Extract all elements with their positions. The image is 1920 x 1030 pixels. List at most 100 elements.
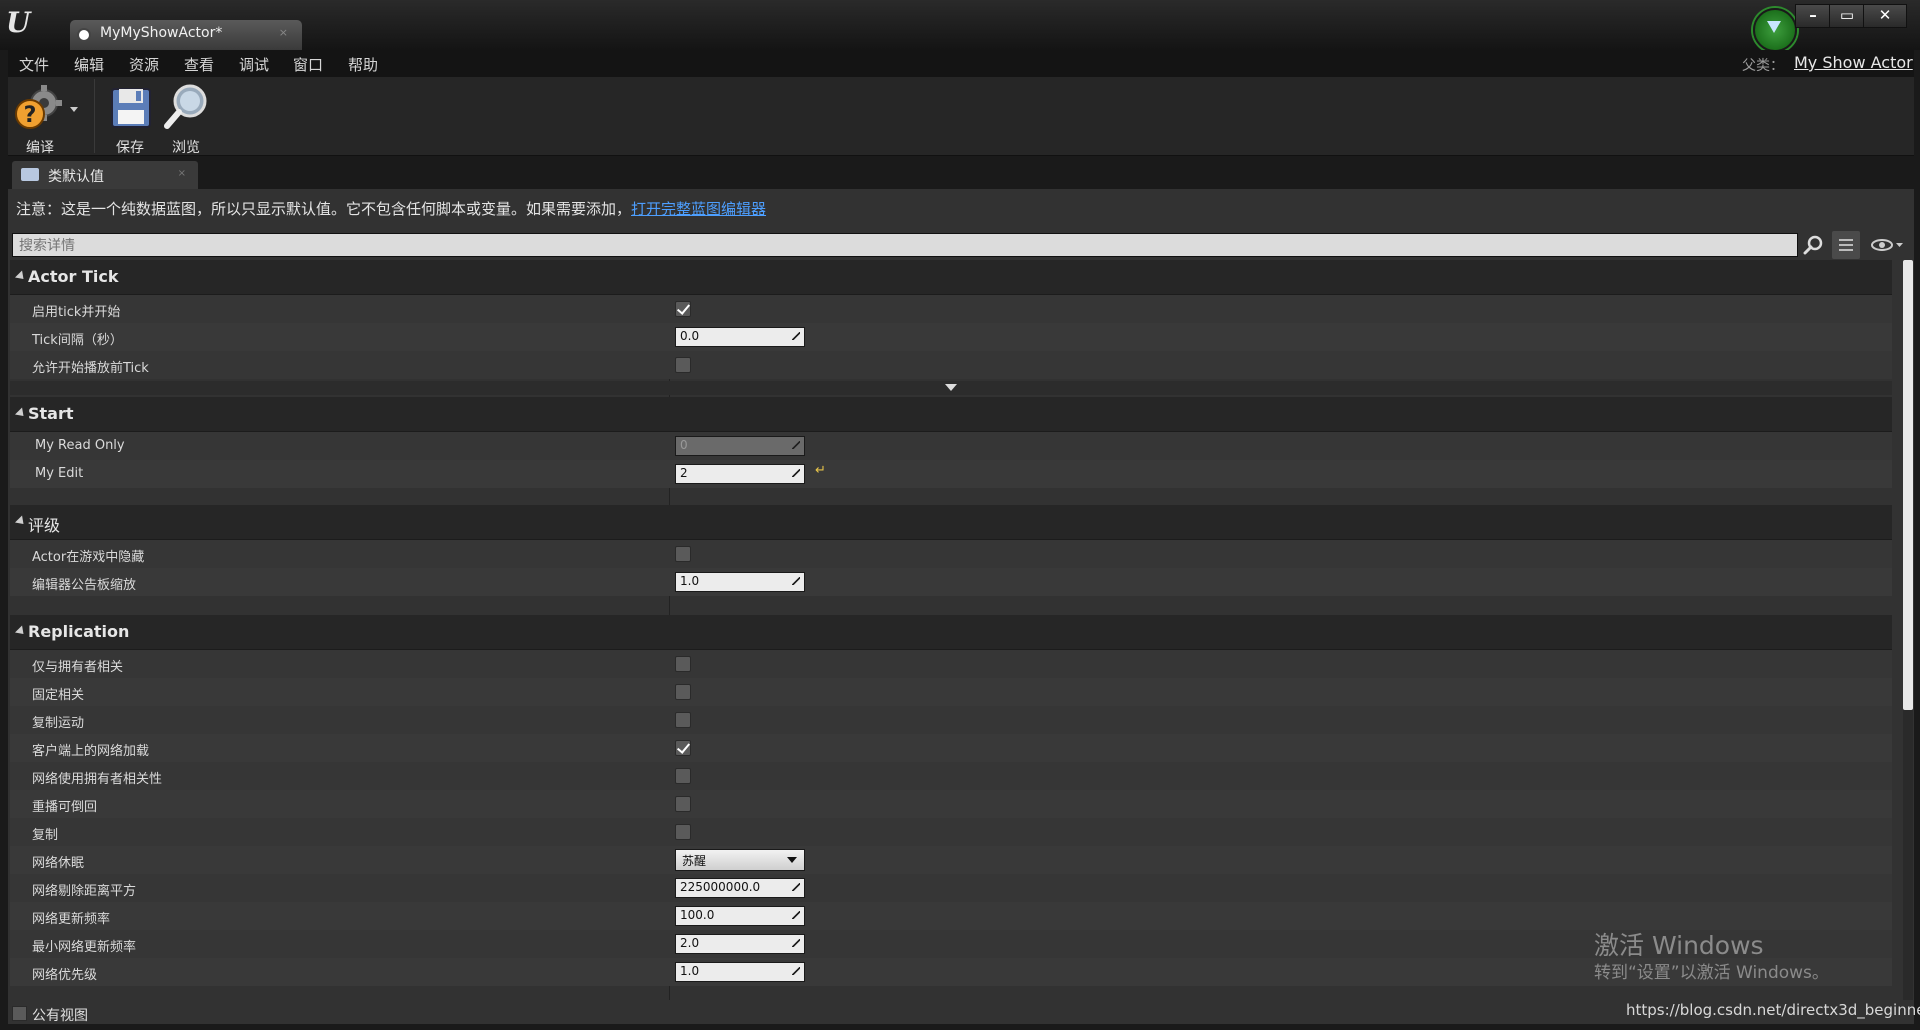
only-relevant-to-owner-checkbox[interactable] (675, 656, 691, 672)
save-button[interactable]: 保存 (106, 81, 154, 157)
property-label: 客户端上的网络加载 (32, 744, 150, 759)
public-view-checkbox[interactable] (12, 1006, 27, 1021)
save-label: 保存 (116, 140, 144, 156)
net-load-on-client-checkbox[interactable] (675, 740, 691, 756)
property-label: Actor在游戏中隐藏 (32, 550, 145, 565)
net-cull-distance-squared-field[interactable]: 225000000.0 (675, 878, 805, 898)
compile-options-chevron-down-icon[interactable] (70, 107, 78, 112)
menu-help[interactable]: 帮助 (348, 54, 378, 75)
property-label: 最小网络更新频率 (32, 940, 137, 955)
toolbar-separator (94, 79, 95, 153)
property-row: 网络使用拥有者相关性 (10, 762, 1892, 790)
unreal-engine-logo-icon[interactable]: U (6, 6, 38, 39)
blueprint-asset-icon (77, 28, 91, 42)
category-title: Actor Tick (28, 267, 119, 286)
property-label: 网络剔除距离平方 (32, 884, 137, 899)
property-label: 编辑器公告板缩放 (32, 578, 137, 593)
details-panel: 注意：这是一个纯数据蓝图，所以只显示默认值。它不包含任何脚本或变量。如果需要添加… (8, 189, 1914, 1024)
maximize-button[interactable]: ▭ (1829, 4, 1865, 28)
class-defaults-icon (21, 168, 39, 181)
property-label: 复制 (32, 828, 59, 843)
category-title: Start (28, 404, 74, 423)
search-details-input[interactable] (12, 233, 1798, 257)
eye-icon[interactable] (1870, 237, 1904, 253)
property-row: 网络休眠 苏醒 (10, 846, 1892, 874)
scrollbar-thumb[interactable] (1903, 260, 1913, 710)
property-row: 复制 (10, 818, 1892, 846)
category-title: Replication (28, 622, 130, 641)
property-row: 固定相关 (10, 678, 1892, 706)
vertical-scrollbar[interactable] (1903, 260, 1913, 1000)
property-row: 重播可倒回 (10, 790, 1892, 818)
actor-hidden-in-game-checkbox[interactable] (675, 546, 691, 562)
document-tab[interactable]: MyMyShowActor* × (70, 20, 302, 50)
net-update-frequency-field[interactable]: 100.0 (675, 906, 805, 926)
menu-file[interactable]: 文件 (19, 54, 49, 75)
category-actor-tick[interactable]: Actor Tick (10, 260, 1892, 295)
menu-view[interactable]: 查看 (184, 54, 214, 75)
search-icon[interactable] (1801, 234, 1825, 256)
open-full-blueprint-editor-link[interactable]: 打开完整蓝图编辑器 (631, 200, 766, 218)
menu-window[interactable]: 窗口 (293, 54, 323, 75)
property-row: 复制运动 (10, 706, 1892, 734)
expand-advanced-chevron-down-icon[interactable] (945, 384, 957, 391)
replicate-movement-checkbox[interactable] (675, 712, 691, 728)
advanced-properties-toggle[interactable] (10, 381, 1892, 395)
collapse-arrow-icon[interactable] (14, 625, 28, 638)
category-title: 评级 (28, 516, 61, 535)
public-view-label: 公有视图 (32, 1008, 88, 1024)
property-row: 仅与拥有者相关 (10, 650, 1892, 678)
close-window-button[interactable]: ✕ (1863, 4, 1907, 28)
editor-billboard-scale-field[interactable]: 1.0 (675, 572, 805, 592)
collapse-arrow-icon[interactable] (14, 515, 28, 528)
my-edit-field[interactable]: 2 (675, 464, 805, 484)
property-label: 启用tick并开始 (32, 305, 121, 320)
list-view-icon[interactable] (1832, 231, 1860, 259)
property-row: Tick间隔（秒） 0.0 (10, 323, 1892, 351)
net-priority-field[interactable]: 1.0 (675, 962, 805, 982)
net-use-owner-relevancy-checkbox[interactable] (675, 768, 691, 784)
activate-windows-watermark-title: 激活 Windows (1594, 931, 1764, 960)
class-defaults-tab-close-button[interactable]: × (178, 168, 186, 179)
parent-class-label: 父类： (1742, 58, 1784, 74)
svg-text:?: ? (24, 103, 37, 128)
menu-debug[interactable]: 调试 (239, 54, 269, 75)
property-label: Tick间隔（秒） (32, 333, 123, 348)
title-bar: U MyMyShowActor* × – ▭ ✕ (0, 0, 1920, 52)
property-label: 固定相关 (32, 688, 85, 703)
property-label: 网络使用拥有者相关性 (32, 772, 163, 787)
parent-class-link[interactable]: My Show Actor (1794, 53, 1913, 72)
category-start[interactable]: Start (10, 397, 1892, 432)
minimize-button[interactable]: – (1795, 4, 1831, 28)
always-relevant-checkbox[interactable] (675, 684, 691, 700)
menu-bar: 文件 编辑 资源 查看 调试 窗口 帮助 父类： My Show Actor (8, 50, 1914, 77)
replay-rewindable-checkbox[interactable] (675, 796, 691, 812)
property-row: My Edit 2 ↵ (10, 460, 1892, 488)
menu-edit[interactable]: 编辑 (74, 54, 104, 75)
tick-interval-field[interactable]: 0.0 (675, 327, 805, 347)
class-defaults-tab[interactable]: 类默认值 × (12, 161, 198, 189)
source-control-status-icon[interactable] (1753, 8, 1797, 52)
replicates-checkbox[interactable] (675, 824, 691, 840)
browse-button[interactable]: 浏览 (160, 81, 212, 157)
property-row: 编辑器公告板缩放 1.0 (10, 568, 1892, 596)
net-dormancy-dropdown[interactable]: 苏醒 (675, 849, 805, 871)
notice-text: 注意：这是一个纯数据蓝图，所以只显示默认值。它不包含任何脚本或变量。如果需要添加… (16, 200, 632, 218)
min-net-update-frequency-field[interactable]: 2.0 (675, 934, 805, 954)
collapse-arrow-icon[interactable] (14, 270, 28, 283)
start-with-tick-enabled-checkbox[interactable] (675, 301, 691, 317)
document-tab-title: MyMyShowActor* (100, 25, 223, 41)
source-url-watermark: https://blog.csdn.net/directx3d_beginner (1626, 1001, 1920, 1019)
category-replication[interactable]: Replication (10, 615, 1892, 650)
document-tab-close-button[interactable]: × (279, 26, 288, 39)
compile-label: 编译 (26, 140, 54, 156)
allow-tick-before-begin-play-checkbox[interactable] (675, 357, 691, 373)
reset-to-default-icon[interactable]: ↵ (815, 463, 826, 478)
category-rating[interactable]: 评级 (10, 505, 1892, 540)
collapse-arrow-icon[interactable] (14, 407, 28, 420)
menu-asset[interactable]: 资源 (129, 54, 159, 75)
property-label: 仅与拥有者相关 (32, 660, 124, 675)
magnifier-icon (164, 84, 207, 129)
compile-button[interactable]: ? 编译 (12, 81, 68, 157)
toolbar: ? 编译 保存 浏览 (8, 77, 1914, 156)
